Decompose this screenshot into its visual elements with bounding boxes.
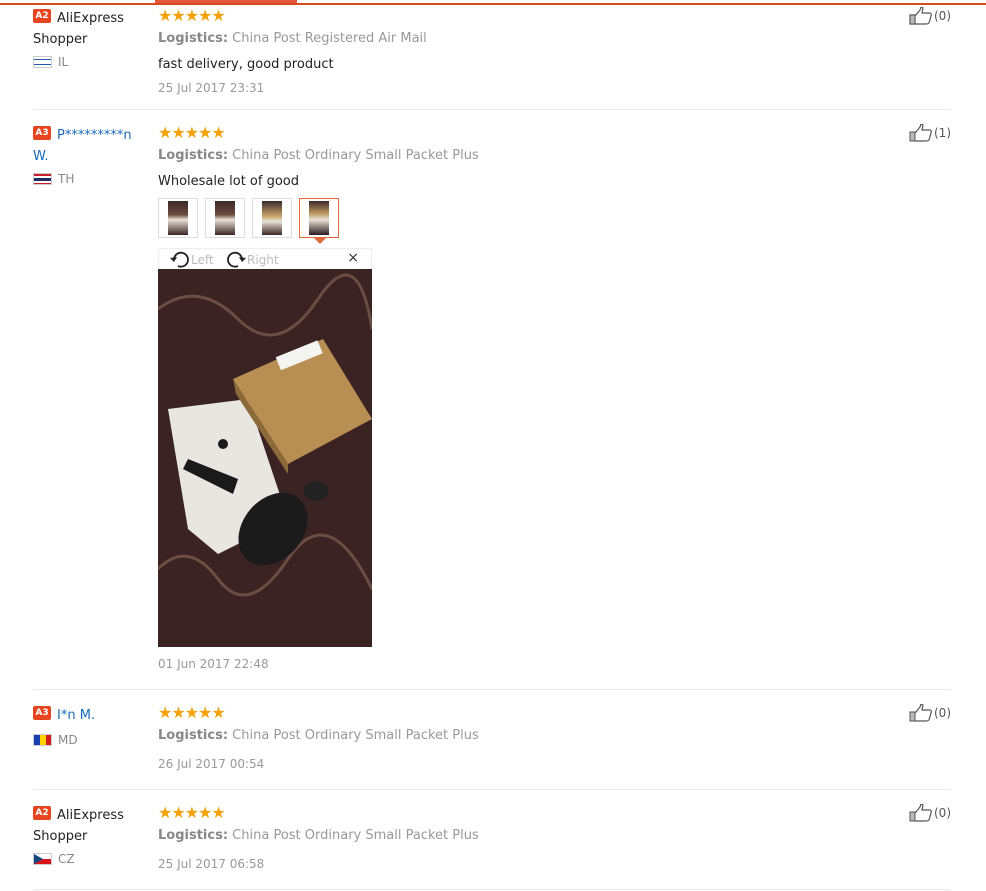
rating-stars: ★★★★★ [158,803,226,822]
logistics-label: Logistics: [158,31,229,46]
reviewer-country: IL [33,55,148,69]
review-item: A2 AliExpress Shopper IL ★★★★★ Logistics:… [33,7,951,110]
review-photo-thumbnails [158,198,346,244]
country-code: MD [58,733,78,747]
photo-thumbnail-selected[interactable] [299,198,339,244]
thumbs-up-icon [909,7,932,25]
logistics-info: Logistics: China Post Ordinary Small Pac… [158,828,858,843]
review-content: ★★★★★ Logistics: China Post Registered A… [158,6,858,96]
thumbs-up-icon [909,804,932,822]
logistics-label: Logistics: [158,828,229,843]
review-text: Wholesale lot of good [158,174,300,189]
reviewer-country: TH [33,172,148,186]
reviewer-country: MD [33,733,148,747]
logistics-value: China Post Ordinary Small Packet Plus [232,148,479,163]
reviewer-name[interactable]: I*n M. [57,708,95,723]
rotate-right-icon [227,251,246,268]
thumbs-up-icon [909,704,932,722]
review-content: ★★★★★ Logistics: China Post Ordinary Sma… [158,703,858,772]
photo-thumbnail[interactable] [158,198,198,238]
review-date: 25 Jul 2017 06:58 [158,857,265,871]
helpful-count: (0) [934,706,951,720]
czech-flag-icon [33,853,52,865]
logistics-value: China Post Ordinary Small Packet Plus [232,828,479,843]
reviewer-info: A3 I*n M. MD [33,704,148,747]
reviewer-info: A2 AliExpress Shopper CZ [33,804,148,866]
rotate-right-button[interactable]: Right [225,251,279,269]
helpful-count: (0) [934,806,951,820]
photo-viewer-toolbar: Left Right × [158,248,372,269]
buyer-level-badge: A3 [33,706,51,720]
review-date: 01 Jun 2017 22:48 [158,657,269,671]
photo-thumbnail[interactable] [252,198,292,238]
logistics-info: Logistics: China Post Ordinary Small Pac… [158,728,858,743]
rating-stars: ★★★★★ [158,6,226,25]
thumbnail-image [168,201,188,235]
thumbnail-image [215,201,235,235]
logistics-label: Logistics: [158,148,229,163]
logistics-label: Logistics: [158,728,229,743]
thumbnail-image [309,201,329,235]
thumbs-up-icon [909,124,932,142]
logistics-info: Logistics: China Post Ordinary Small Pac… [158,148,858,163]
israel-flag-icon [33,56,52,68]
review-date: 26 Jul 2017 00:54 [158,757,265,771]
rotate-left-label: Left [191,253,214,267]
review-content: ★★★★★ Logistics: China Post Ordinary Sma… [156,123,858,684]
review-text: fast delivery, good product [158,57,334,72]
country-code: CZ [58,852,75,866]
logistics-info: Logistics: China Post Registered Air Mai… [158,31,858,46]
helpful-button[interactable]: (1) [909,124,951,142]
photo-viewer: Left Right × [156,248,374,651]
review-content: ★★★★★ Logistics: China Post Ordinary Sma… [158,803,858,872]
reviewer-info: A3 P*********n W. TH [33,124,148,186]
review-item: A3 I*n M. MD ★★★★★ Logistics: China Post … [33,704,951,790]
thumbnail-image [262,201,282,235]
helpful-count: (0) [934,9,951,23]
review-date: 25 Jul 2017 23:31 [158,81,265,95]
reviewer-info: A2 AliExpress Shopper IL [33,7,148,69]
review-item: A3 P*********n W. TH ★★★★★ Logistics: Chi… [33,124,951,690]
helpful-count: (1) [934,126,951,140]
rotate-left-button[interactable]: Left [169,251,214,269]
photo-thumbnail[interactable] [205,198,245,238]
review-photo-large [156,269,374,647]
buyer-level-badge: A2 [33,9,51,23]
top-tab-bar [0,0,986,5]
active-tab-indicator [155,0,297,3]
country-code: IL [58,55,69,69]
helpful-button[interactable]: (0) [909,804,951,822]
buyer-level-badge: A2 [33,806,51,820]
buyer-level-badge: A3 [33,126,51,140]
rating-stars: ★★★★★ [158,123,226,142]
thailand-flag-icon [33,173,52,185]
helpful-button[interactable]: (0) [909,7,951,25]
helpful-button[interactable]: (0) [909,704,951,722]
review-item: A2 AliExpress Shopper CZ ★★★★★ Logistics:… [33,804,951,890]
logistics-value: China Post Ordinary Small Packet Plus [232,728,479,743]
close-icon[interactable]: × [347,250,359,266]
country-code: TH [58,172,75,186]
rotate-left-icon [170,251,189,268]
rotate-right-label: Right [247,253,279,267]
reviewer-country: CZ [33,852,148,866]
logistics-value: China Post Registered Air Mail [232,31,427,46]
moldova-flag-icon [33,734,52,746]
rating-stars: ★★★★★ [158,703,226,722]
